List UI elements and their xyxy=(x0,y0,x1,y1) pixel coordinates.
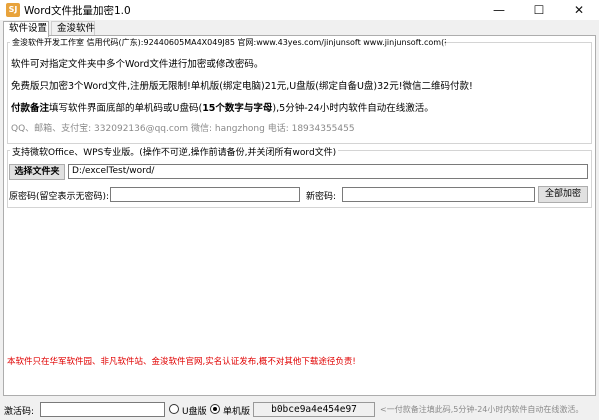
contact-line: QQ、邮箱、支付宝: 332092136@qq.com 微信: hangzhon… xyxy=(11,124,355,134)
info-line-3-bold2: 15个数字与字母 xyxy=(202,103,273,114)
select-folder-button[interactable]: 选择文件夹 xyxy=(9,164,65,180)
info-line-3-end: ),5分钟-24小时内软件自动在线激活。 xyxy=(272,103,434,114)
status-bar: 激活码: U盘版 单机版 b0bce9a4e454e97 <一付款备注填此码,5… xyxy=(0,400,599,420)
notice-text: 本软件只在华军软件园、非凡软件站、金浚软件官网,实名认证发布,概不对其他下载途径… xyxy=(7,357,356,367)
tab-panel: 金浚软件开发工作室 信用代码(广东):92440605MA4X049J85 官网… xyxy=(3,35,596,396)
activation-code-input[interactable] xyxy=(40,402,165,417)
old-password-input[interactable] xyxy=(110,187,300,202)
close-button[interactable]: ✕ xyxy=(559,0,599,20)
tab-jinjun-software[interactable]: 金浚软件 xyxy=(51,21,95,36)
new-password-label: 新密码: xyxy=(306,192,337,202)
usb-version-label: U盘版 xyxy=(182,407,207,417)
standalone-version-radio[interactable] xyxy=(210,404,220,414)
standalone-version-label: 单机版 xyxy=(223,407,251,417)
window-title: Word文件批量加密1.0 xyxy=(24,5,131,17)
activation-label: 激活码: xyxy=(4,407,35,417)
old-password-label: 原密码(留空表示无密码): xyxy=(9,192,110,202)
encrypt-all-button[interactable]: 全部加密 xyxy=(538,186,588,203)
info-line-1: 软件可对指定文件夹中多个Word文件进行加密或修改密码。 xyxy=(11,59,264,70)
info-line-3: 付款备注填写软件界面底部的单机码或U盘码(15个数字与字母),5分钟-24小时内… xyxy=(11,100,434,114)
settings-group-title: 支持微软Office、WPS专业版。(操作不可逆,操作前请备份,并关闭所有wor… xyxy=(10,145,339,158)
info-line-3-bold: 付款备注 xyxy=(11,103,50,114)
info-line-3-text: 填写软件界面底部的单机码或U盘码( xyxy=(49,103,203,114)
usb-version-radio[interactable] xyxy=(169,404,179,414)
info-line-2: 免费版只加密3个Word文件,注册版无限制!单机版(绑定电脑)21元,U盘版(绑… xyxy=(11,81,473,92)
folder-path-input[interactable]: D:/excelTest/word/ xyxy=(68,164,588,179)
tab-software-settings[interactable]: 软件设置 xyxy=(3,21,49,37)
info-group-title: 金浚软件开发工作室 信用代码(广东):92440605MA4X049J85 官网… xyxy=(10,37,446,48)
title-bar: SJ Word文件批量加密1.0 — ☐ ✕ xyxy=(0,0,599,20)
machine-code-hint: <一付款备注填此码,5分钟-24小时内软件自动在线激活。 xyxy=(380,405,584,414)
maximize-button[interactable]: ☐ xyxy=(519,0,559,20)
machine-code-field[interactable]: b0bce9a4e454e97 xyxy=(253,402,375,417)
app-icon: SJ xyxy=(6,3,20,17)
new-password-input[interactable] xyxy=(342,187,535,202)
minimize-button[interactable]: — xyxy=(479,0,519,20)
